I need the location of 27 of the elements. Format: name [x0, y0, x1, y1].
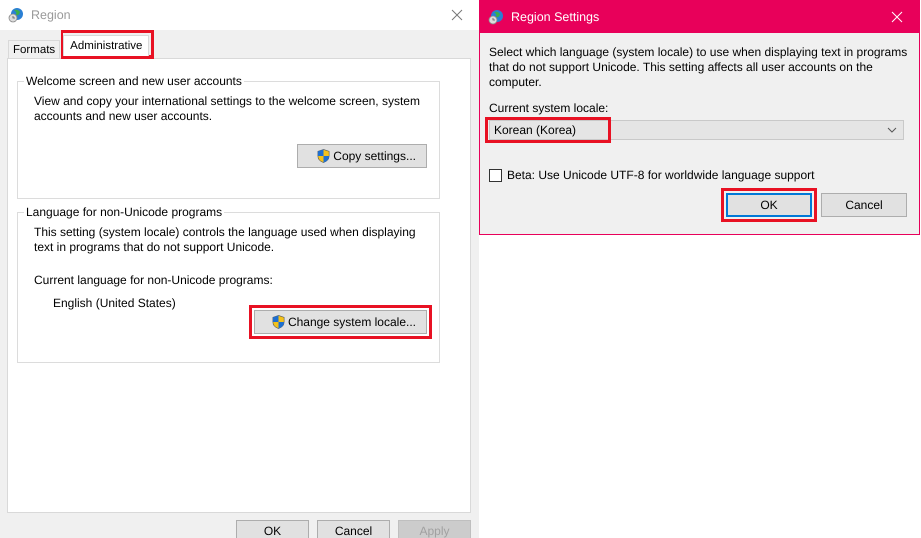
dialog-button[interactable]: Cancel [821, 193, 907, 217]
description-text: Select which language (system locale) to use when displaying text in programs that do not support Unicode. This setting affects all user accounts on the computer. [489, 45, 908, 90]
dialog-button[interactable]: Cancel [317, 520, 390, 538]
close-icon[interactable] [451, 9, 463, 21]
group-title: Welcome screen and new user accounts [25, 74, 243, 88]
window-title: Region Settings [511, 10, 600, 24]
current-language-value: English (United States) [52, 296, 177, 310]
description-text: This setting (system locale) controls the language used when displaying text in programs that do not support Unicode. [34, 225, 417, 255]
checkbox[interactable] [489, 168, 502, 182]
tab[interactable]: Formats [8, 40, 60, 58]
shield-button[interactable]: Copy settings... [297, 144, 427, 168]
current-language-label: Current language for non-Unicode programs: [34, 273, 274, 287]
group-title: Language for non-Unicode programs [25, 205, 224, 219]
description-text: View and copy your international settings to the welcome screen, system accounts and new user accounts. [34, 94, 421, 124]
dialog-button[interactable]: OK [726, 193, 812, 217]
shield-icon [316, 148, 332, 164]
locale-value: Korean (Korea) [493, 122, 578, 138]
checkbox-label: Beta: Use Unicode UTF-8 for worldwide language support [507, 168, 814, 182]
shield-icon [270, 314, 286, 330]
globe-icon [488, 8, 504, 24]
dialog-button[interactable]: OK [236, 520, 309, 538]
locale-label: Current system locale: [489, 101, 610, 115]
chevron-down-icon [887, 127, 897, 133]
shield-button[interactable]: Change system locale... [254, 310, 427, 334]
window-title: Region [31, 8, 72, 22]
tab[interactable]: Administrative [63, 35, 150, 56]
globe-icon [8, 7, 24, 23]
